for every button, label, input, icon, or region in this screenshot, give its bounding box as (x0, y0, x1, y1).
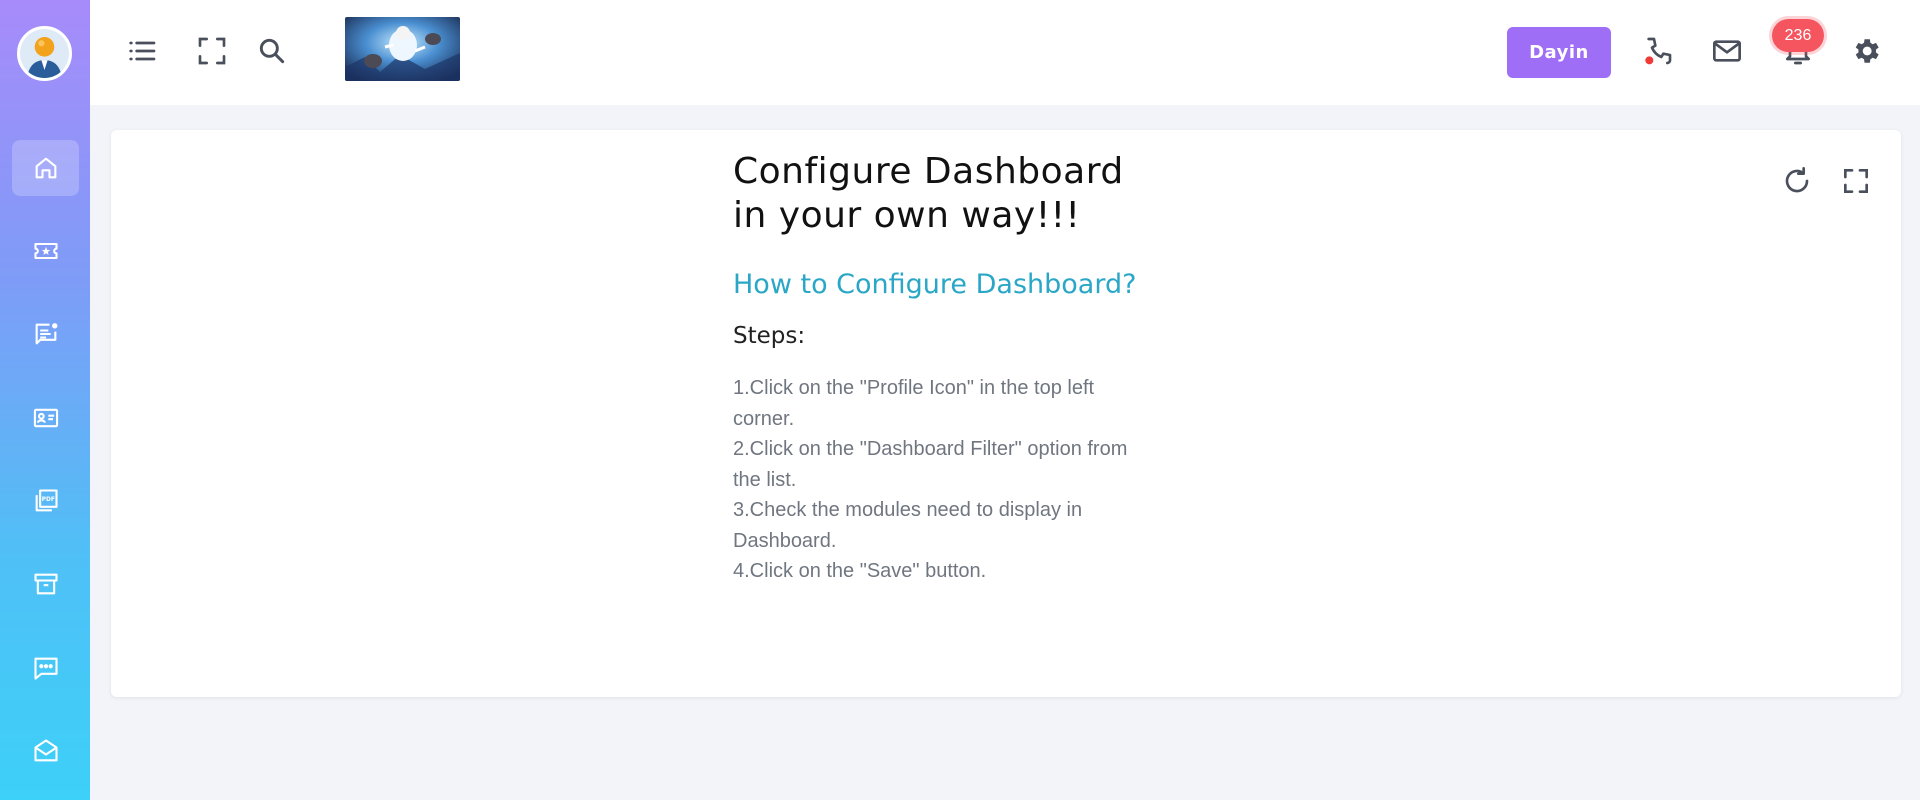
chat-bubble-icon (33, 657, 58, 680)
notes-notification-icon (35, 323, 57, 345)
mail-icon (1713, 40, 1741, 62)
notification-count-badge: 236 (1772, 19, 1824, 52)
user-avatar-icon (20, 29, 69, 78)
sidebar-item-archive[interactable] (12, 556, 79, 612)
step-item: 4.Click on the "Save" button. (733, 560, 987, 582)
phone-button[interactable] (1642, 35, 1674, 67)
dashboard-config-card: Configure Dashboard in your own way!!! H… (111, 130, 1901, 697)
steps-label: Steps: (733, 323, 806, 349)
phone-icon (1645, 37, 1672, 65)
sidebar-item-tickets[interactable] (12, 223, 79, 279)
sidebar-item-notes[interactable] (12, 306, 79, 362)
sidebar-item-contacts[interactable] (12, 390, 79, 446)
sidebar: PDF (0, 0, 90, 800)
search-icon (259, 38, 285, 64)
banner-image (345, 17, 460, 81)
step-item: 2.Click on the "Dashboard Filter" option… (733, 438, 1128, 491)
sidebar-item-home[interactable] (12, 140, 79, 196)
pdf-files-icon: PDF (35, 489, 58, 512)
list-menu-icon (129, 41, 156, 61)
mail-button[interactable] (1711, 35, 1743, 67)
top-header: Dayin 236 (90, 0, 1920, 105)
settings-button[interactable] (1850, 35, 1882, 67)
refresh-icon (1785, 167, 1809, 193)
fullscreen-icon (198, 37, 226, 65)
open-envelope-icon (33, 739, 58, 762)
fullscreen-button[interactable] (196, 35, 228, 67)
gear-icon (1855, 39, 1879, 63)
svg-text:PDF: PDF (41, 497, 54, 503)
steps-list: 1.Click on the "Profile Icon" in the top… (733, 373, 1153, 587)
ticket-star-icon (33, 242, 58, 260)
contact-card-icon (33, 408, 58, 428)
card-fullscreen-button[interactable] (1840, 165, 1872, 197)
search-button[interactable] (256, 35, 288, 67)
profile-avatar[interactable] (17, 26, 72, 81)
sidebar-item-chat[interactable] (12, 640, 79, 696)
step-item: 1.Click on the "Profile Icon" in the top… (733, 377, 1095, 430)
page-title: Configure Dashboard in your own way!!! (733, 151, 1124, 236)
expand-icon (1844, 169, 1868, 193)
sidebar-item-pdf[interactable]: PDF (12, 473, 79, 529)
home-icon (35, 157, 56, 179)
refresh-button[interactable] (1781, 165, 1813, 197)
dayin-button[interactable]: Dayin (1507, 27, 1611, 78)
step-item: 3.Check the modules need to display in D… (733, 499, 1083, 552)
sidebar-item-mail[interactable] (12, 723, 79, 779)
menu-toggle-button[interactable] (126, 35, 158, 67)
section-subtitle: How to Configure Dashboard? (733, 269, 1137, 300)
card-content: Configure Dashboard in your own way!!! H… (733, 150, 1153, 587)
archive-box-icon (33, 573, 58, 595)
